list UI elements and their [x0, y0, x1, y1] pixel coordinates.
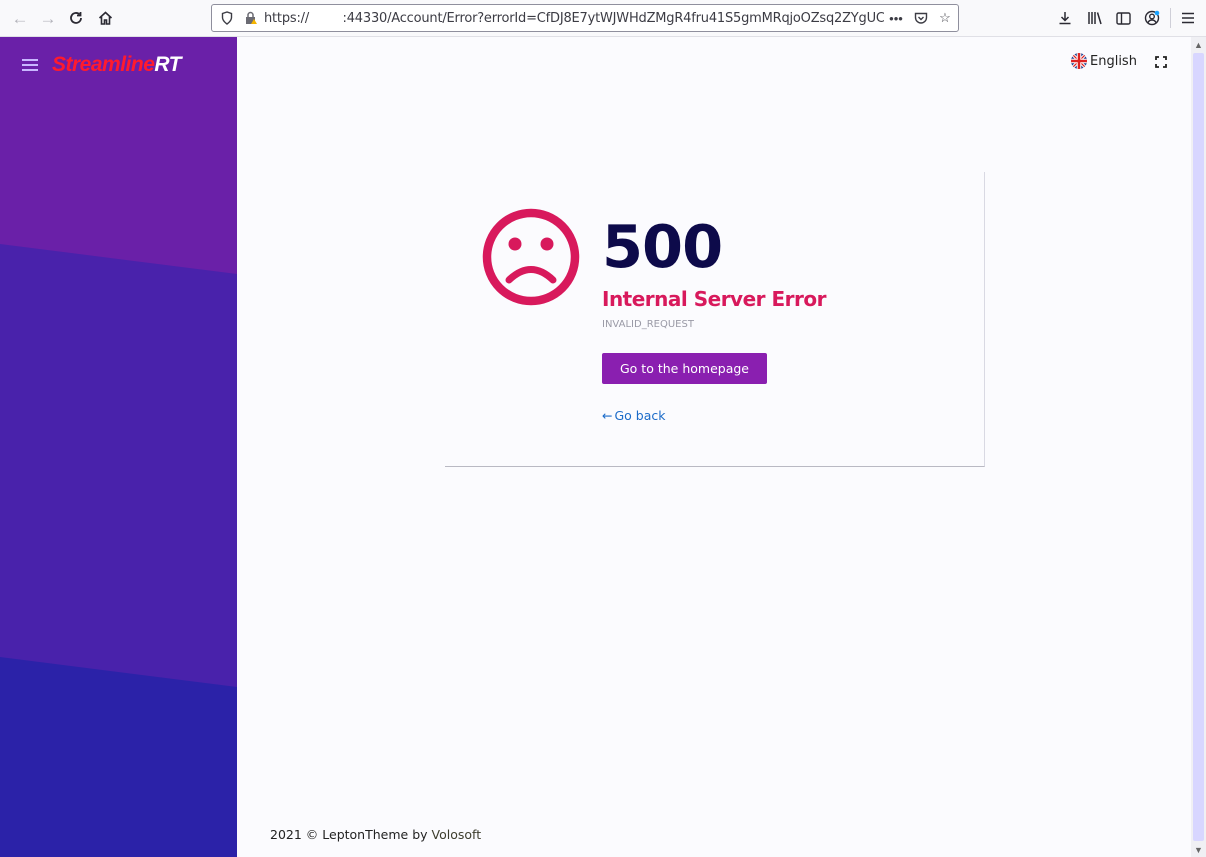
app-menu-icon[interactable] — [1177, 7, 1199, 29]
page-scrollbar[interactable]: ▲ ▼ — [1191, 37, 1206, 857]
browser-toolbar: ← → https:// :44330/Account/Error?errorI… — [0, 0, 1206, 37]
sidebar-background — [0, 37, 237, 857]
error-code: 500 — [602, 212, 723, 281]
sidebar: StreamlineRT — [0, 37, 237, 857]
pocket-icon[interactable] — [912, 9, 930, 27]
fullscreen-icon[interactable] — [1155, 55, 1167, 68]
go-back-link[interactable]: ← Go back — [602, 408, 666, 423]
error-detail: INVALID_REQUEST — [602, 319, 694, 330]
scroll-up-icon[interactable]: ▲ — [1191, 37, 1206, 52]
url-text[interactable]: https:// :44330/Account/Error?errorId=Cf… — [264, 11, 884, 26]
main-content: English 500 Internal Server Error INVALI… — [237, 37, 1191, 857]
uk-flag-icon — [1071, 53, 1087, 69]
error-title: Internal Server Error — [602, 287, 826, 311]
page-actions-icon[interactable]: ••• — [887, 9, 905, 27]
language-label: English — [1090, 53, 1137, 69]
downloads-icon[interactable] — [1054, 7, 1076, 29]
home-icon[interactable] — [93, 6, 117, 30]
logo-part-1: Streamline — [52, 53, 155, 76]
language-selector[interactable]: English — [1071, 53, 1137, 69]
sad-face-icon — [481, 207, 581, 307]
go-homepage-button[interactable]: Go to the homepage — [602, 353, 767, 384]
footer-text: 2021 © LeptonTheme by — [270, 827, 428, 842]
app-logo[interactable]: StreamlineRT — [52, 53, 182, 77]
account-icon[interactable] — [1141, 7, 1163, 29]
address-bar[interactable]: https:// :44330/Account/Error?errorId=Cf… — [211, 4, 959, 32]
toolbar-separator — [1170, 8, 1171, 28]
footer-link[interactable]: Volosoft — [432, 827, 482, 842]
left-arrow-icon: ← — [602, 408, 613, 423]
scroll-thumb[interactable] — [1193, 53, 1204, 841]
sidebar-icon[interactable] — [1112, 7, 1134, 29]
back-arrow-icon[interactable]: ← — [8, 6, 32, 30]
scroll-down-icon[interactable]: ▼ — [1191, 842, 1206, 857]
insecure-lock-icon[interactable] — [242, 9, 260, 27]
reload-icon[interactable] — [64, 6, 88, 30]
tracking-protection-icon[interactable] — [218, 9, 236, 27]
go-back-label: Go back — [614, 408, 666, 423]
bookmark-star-icon[interactable]: ☆ — [936, 9, 954, 27]
footer: 2021 © LeptonTheme by Volosoft — [270, 827, 481, 842]
logo-part-2: RT — [154, 53, 182, 76]
library-icon[interactable] — [1084, 7, 1106, 29]
menu-toggle-icon[interactable] — [22, 59, 38, 73]
forward-arrow-icon[interactable]: → — [36, 6, 60, 30]
